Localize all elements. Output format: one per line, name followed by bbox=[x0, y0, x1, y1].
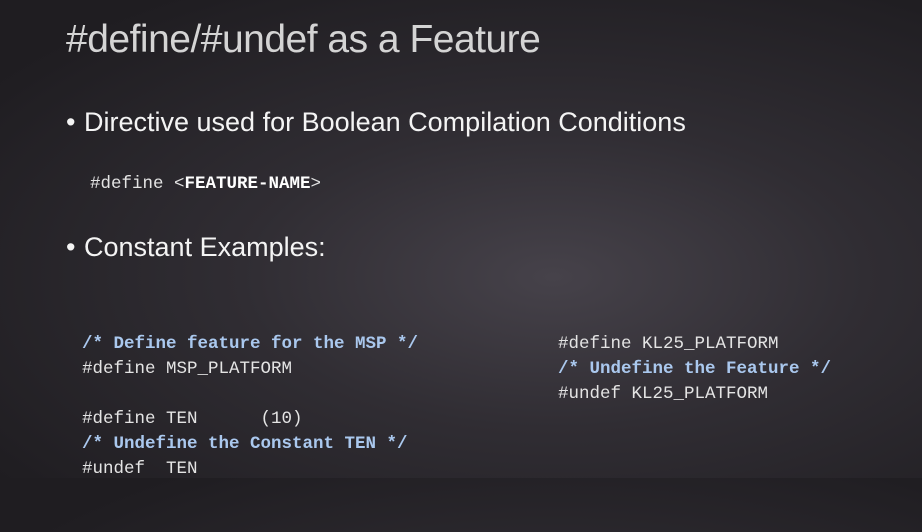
code-line: #define TEN (10) bbox=[82, 409, 303, 429]
bullet-directive: • Directive used for Boolean Compilation … bbox=[66, 107, 686, 138]
left-code-block: /* Define feature for the MSP */ #define … bbox=[82, 282, 418, 532]
code-line: #undef TEN bbox=[82, 459, 198, 479]
bullet-constant-examples: • Constant Examples: bbox=[66, 232, 326, 263]
bullet-directive-text: Directive used for Boolean Compilation C… bbox=[84, 107, 686, 137]
bullet-dot: • bbox=[66, 107, 76, 137]
code-line: #define MSP_PLATFORM bbox=[82, 359, 293, 379]
bullet-dot: • bbox=[66, 232, 76, 262]
syntax-prefix: #define < bbox=[90, 174, 185, 194]
code-comment: /* Undefine the Constant TEN */ bbox=[82, 434, 408, 454]
code-comment: /* Define feature for the MSP */ bbox=[82, 334, 419, 354]
syntax-code: #define <FEATURE-NAME> bbox=[90, 172, 321, 197]
slide-title: #define/#undef as a Feature bbox=[66, 18, 541, 61]
code-comment: /* Undefine the Feature */ bbox=[558, 359, 832, 379]
slide: #define/#undef as a Feature • Directive u… bbox=[0, 0, 922, 479]
right-code-block: #define KL25_PLATFORM /* Undefine the Fea… bbox=[558, 282, 831, 457]
bullet-constant-examples-text: Constant Examples: bbox=[84, 232, 326, 262]
syntax-suffix: > bbox=[310, 174, 322, 194]
code-line: #undef KL25_PLATFORM bbox=[558, 384, 769, 404]
code-line: #define KL25_PLATFORM bbox=[558, 334, 779, 354]
syntax-feature-name: FEATURE-NAME bbox=[184, 174, 311, 194]
